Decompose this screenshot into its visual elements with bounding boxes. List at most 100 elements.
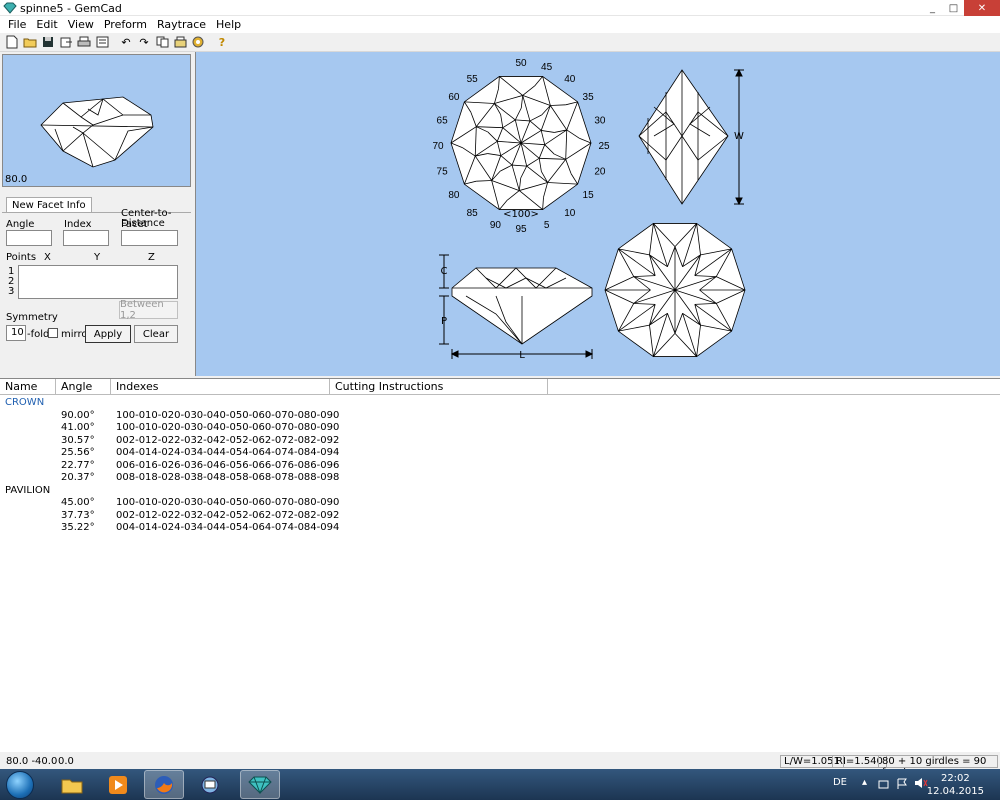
row-angle: 90.00° <box>61 410 95 421</box>
z-label: Z <box>148 252 155 263</box>
group-pavilion[interactable]: PAVILION <box>0 485 400 497</box>
action-center-icon[interactable] <box>896 778 908 793</box>
gemcad-icon[interactable] <box>240 770 280 799</box>
column-header-name[interactable]: Name <box>0 379 56 395</box>
index-label: 55 <box>467 74 479 85</box>
group-crown[interactable]: CROWN <box>0 397 400 409</box>
explorer-icon[interactable] <box>52 770 92 799</box>
row-angle: 25.56° <box>61 447 95 458</box>
x-label: X <box>44 252 51 263</box>
top-view <box>450 76 592 210</box>
maximize-button[interactable]: □ <box>943 0 964 16</box>
column-header-blank <box>548 379 1000 395</box>
redo-icon[interactable]: ↷ <box>136 34 152 50</box>
column-header-indexes[interactable]: Indexes <box>111 379 330 395</box>
crown-height-label: C <box>441 266 448 277</box>
table-row[interactable]: 20.37° 008-018-028-038-048-058-068-078-08… <box>0 472 400 484</box>
row-indexes: 004-014-024-034-044-054-064-074-084-094 <box>116 447 340 458</box>
clock[interactable]: 22:02 12.04.2015 <box>927 772 984 798</box>
status-value: 0.0 <box>58 756 74 767</box>
row-indexes: 004-014-024-034-044-054-064-074-084-094 <box>116 522 340 533</box>
symmetry-input[interactable]: 10 <box>6 325 26 341</box>
close-button[interactable]: ✕ <box>964 0 1000 16</box>
table-row[interactable]: 25.56° 004-014-024-034-044-054-064-074-08… <box>0 447 400 459</box>
side-view <box>638 69 729 205</box>
index-label: 60 <box>448 92 460 103</box>
angle-input[interactable] <box>6 230 52 246</box>
undo-icon[interactable]: ↶ <box>118 34 134 50</box>
apply-button[interactable]: Apply <box>85 325 131 343</box>
mirror-checkbox[interactable] <box>48 328 58 338</box>
index-label: 20 <box>594 167 606 178</box>
stone-3d-view <box>40 96 154 168</box>
table-row[interactable]: 30.57° 002-012-022-032-042-052-062-072-08… <box>0 435 400 447</box>
minimize-button[interactable]: _ <box>922 0 943 16</box>
between-button[interactable]: Between 1,2 <box>119 299 178 321</box>
report-icon[interactable] <box>94 34 110 50</box>
language-indicator[interactable]: DE <box>833 777 847 788</box>
row-indexes: 100-010-020-030-040-050-060-070-080-090 <box>116 497 340 508</box>
group-name: CROWN <box>5 397 45 408</box>
index-label: 75 <box>437 167 449 178</box>
tab-new-facet-info[interactable]: New Facet Info <box>6 197 92 213</box>
index-label: 5 <box>544 220 550 231</box>
table-row[interactable]: 37.73° 002-012-022-032-042-052-062-072-08… <box>0 510 400 522</box>
menu-view[interactable]: View <box>63 18 99 31</box>
network-icon[interactable] <box>878 778 890 793</box>
help-icon[interactable]: ? <box>214 34 230 50</box>
design-canvas[interactable]: 50 45 40 35 30 25 20 15 10 5 95 90 85 80 75 70 65 60 55 <1… <box>195 52 1000 376</box>
import-icon[interactable] <box>58 34 74 50</box>
table-row[interactable]: 90.00° 100-010-020-030-040-050-060-070-08… <box>0 410 400 422</box>
fold-label: -fold <box>27 329 50 340</box>
table-row[interactable]: 45.00° 100-010-020-030-040-050-060-070-08… <box>0 497 400 509</box>
clock-date: 12.04.2015 <box>926 786 984 797</box>
index-input[interactable] <box>63 230 109 246</box>
table-row[interactable]: 41.00° 100-010-020-030-040-050-060-070-08… <box>0 422 400 434</box>
media-player-icon[interactable] <box>98 770 138 799</box>
row-indexes: 100-010-020-030-040-050-060-070-080-090 <box>116 422 340 433</box>
column-header-angle[interactable]: Angle <box>56 379 111 395</box>
row-indexes: 006-016-026-036-046-056-066-076-086-096 <box>116 460 340 471</box>
clear-button[interactable]: Clear <box>134 325 178 343</box>
center-index-label: <100> <box>503 209 539 220</box>
facet-table: Name Angle Indexes Cutting Instructions … <box>0 378 1000 752</box>
menu-edit[interactable]: Edit <box>31 18 62 31</box>
menu-raytrace[interactable]: Raytrace <box>152 18 211 31</box>
table-row[interactable]: 22.77° 006-016-026-036-046-056-066-076-08… <box>0 460 400 472</box>
point-3-label: 3 <box>8 286 15 297</box>
status-facet-count: 80 + 10 girdles = 90 facets <box>878 755 998 778</box>
firefox-icon[interactable] <box>144 770 184 799</box>
copy-icon[interactable] <box>154 34 170 50</box>
menu-file[interactable]: File <box>3 18 31 31</box>
print-icon[interactable] <box>76 34 92 50</box>
start-button[interactable] <box>6 771 34 799</box>
save-icon[interactable] <box>40 34 56 50</box>
ctf-input[interactable] <box>121 230 178 246</box>
stone-preview[interactable]: 80.0 <box>2 54 191 187</box>
index-label: 45 <box>541 62 553 73</box>
index-label: 90 <box>490 220 502 231</box>
width-label: W <box>734 131 744 142</box>
gemcad-app-icon <box>3 2 17 14</box>
points-textarea[interactable] <box>18 265 178 299</box>
index-label: 30 <box>594 115 606 126</box>
new-icon[interactable] <box>4 34 20 50</box>
status-coords: 80.0 -40.0 <box>6 756 58 767</box>
stack-icon[interactable] <box>172 34 188 50</box>
menu-preform[interactable]: Preform <box>99 18 152 31</box>
row-angle: 30.57° <box>61 435 95 446</box>
tray-expand-icon[interactable]: ▴ <box>862 777 867 788</box>
column-header-cutting[interactable]: Cutting Instructions <box>330 379 548 395</box>
ctf-label-2: Distance <box>121 218 165 229</box>
index-label: 35 <box>583 92 595 103</box>
table-row[interactable]: 35.22° 004-014-024-034-044-054-064-074-08… <box>0 522 400 534</box>
open-icon[interactable] <box>22 34 38 50</box>
index-label: 25 <box>598 141 610 152</box>
length-label: L <box>519 350 525 361</box>
row-angle: 41.00° <box>61 422 95 433</box>
menu-help[interactable]: Help <box>211 18 246 31</box>
gear-icon[interactable] <box>190 34 206 50</box>
mail-icon[interactable] <box>190 770 230 799</box>
status-bar: 80.0 -40.0 0.0 L/W=1.051 RI=1.540 80 + 1… <box>0 754 1000 778</box>
index-label: 80 <box>448 190 460 201</box>
